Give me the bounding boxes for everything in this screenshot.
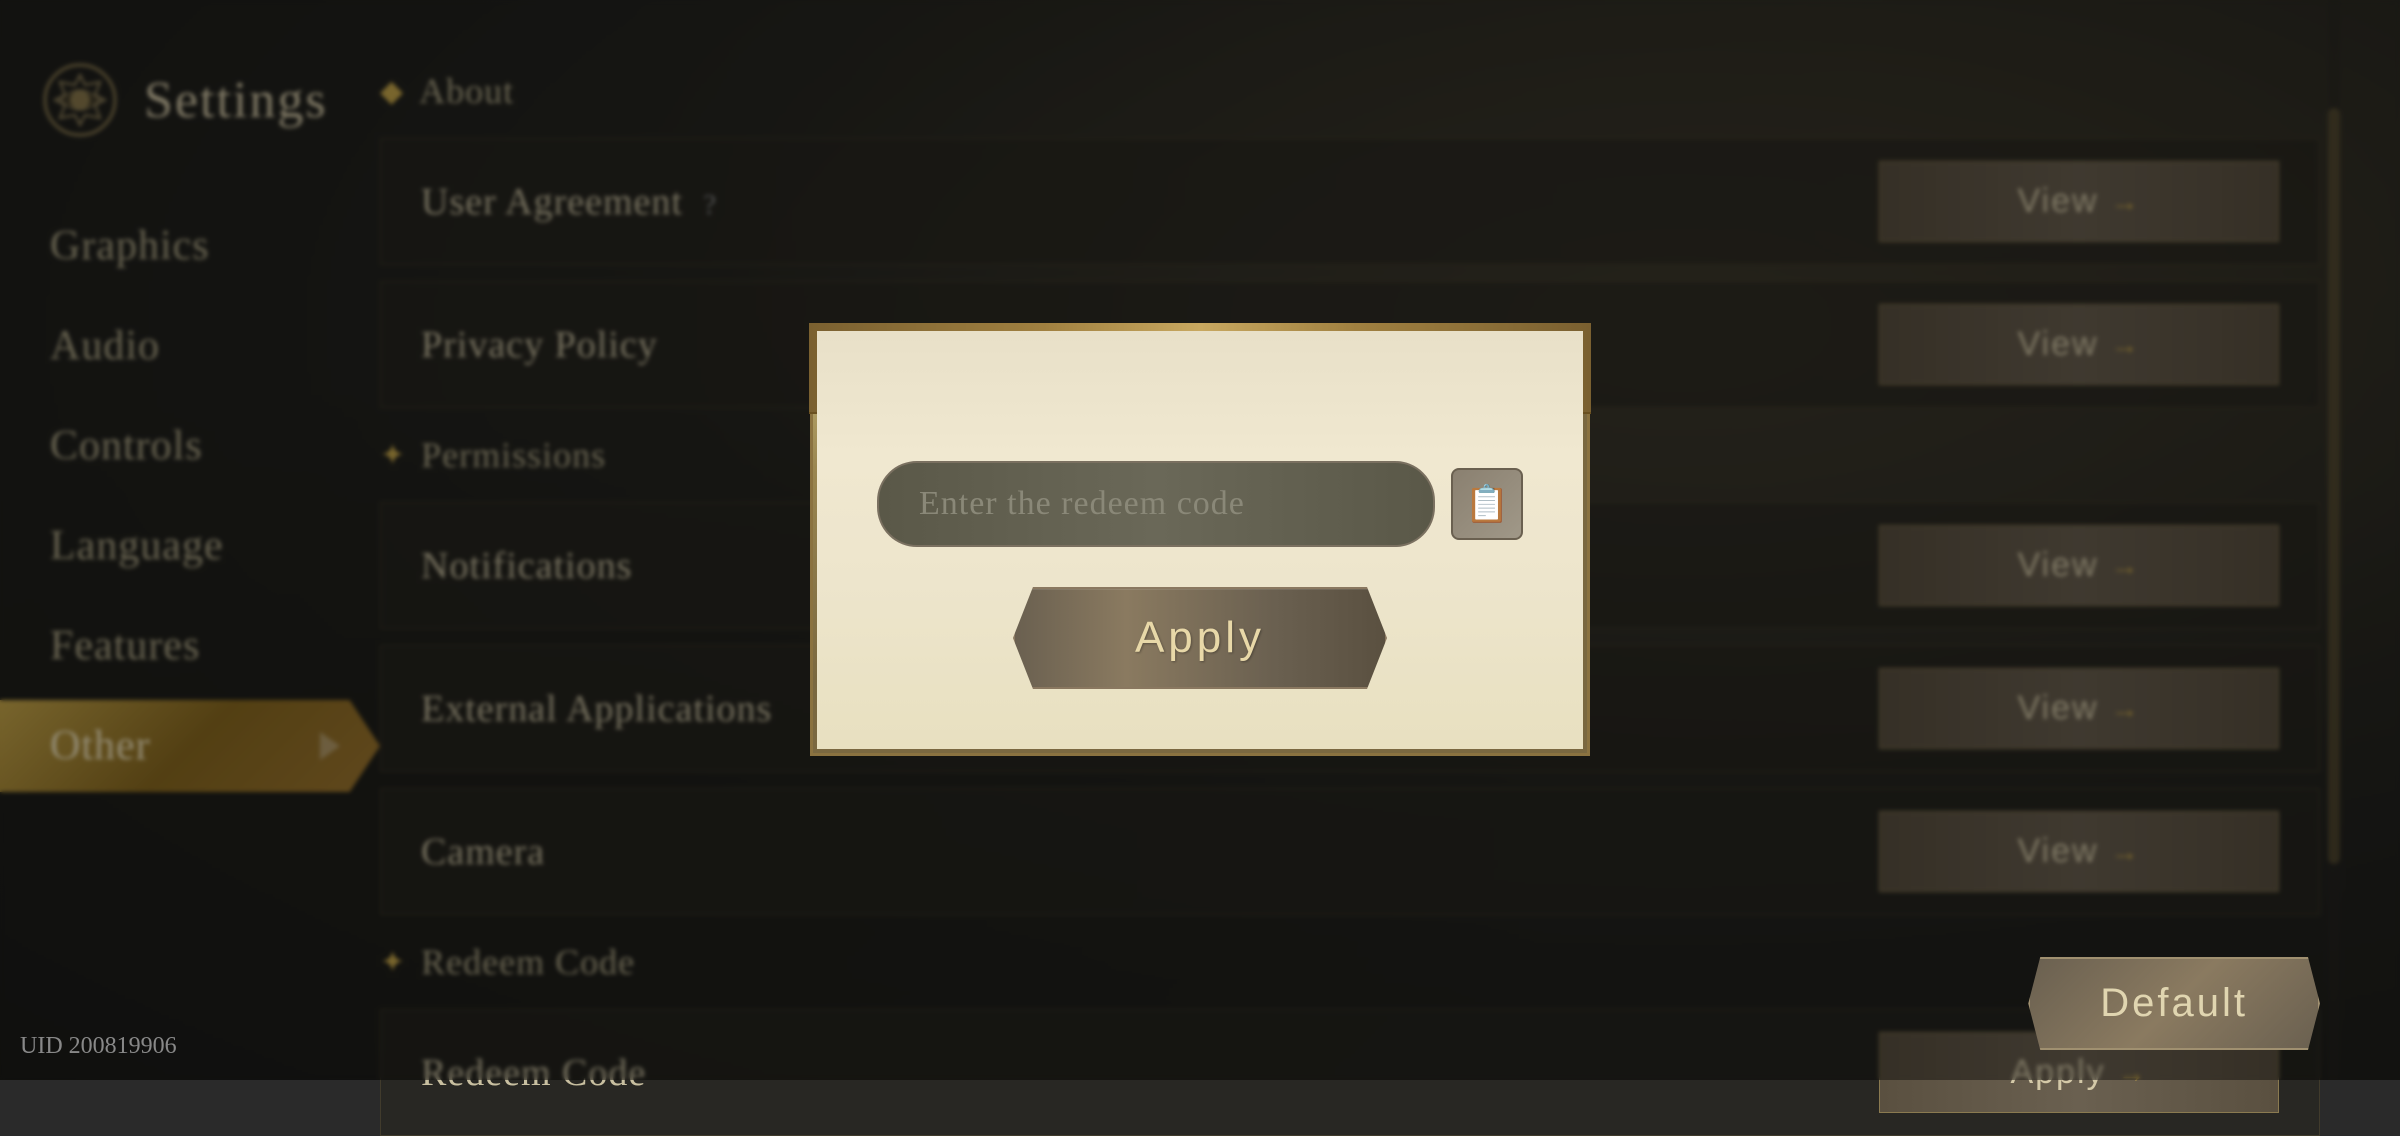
- redeem-code-input[interactable]: [877, 461, 1435, 547]
- bottom-bar: Default: [2028, 957, 2320, 1050]
- modal-overlay: Redeem Rewards 📋: [0, 0, 2400, 1080]
- modal-body: 📋 Apply: [817, 331, 1583, 749]
- modal-content: 📋 Apply: [877, 461, 1523, 689]
- paste-icon: 📋: [1465, 483, 1510, 525]
- uid-display: UID 200819906: [20, 1033, 177, 1060]
- redeem-input-row: 📋: [877, 461, 1523, 547]
- paste-button[interactable]: 📋: [1451, 468, 1523, 540]
- modal-apply-button[interactable]: Apply: [1013, 587, 1387, 689]
- default-button[interactable]: Default: [2028, 957, 2320, 1050]
- redeem-rewards-modal: Redeem Rewards 📋: [810, 324, 1590, 756]
